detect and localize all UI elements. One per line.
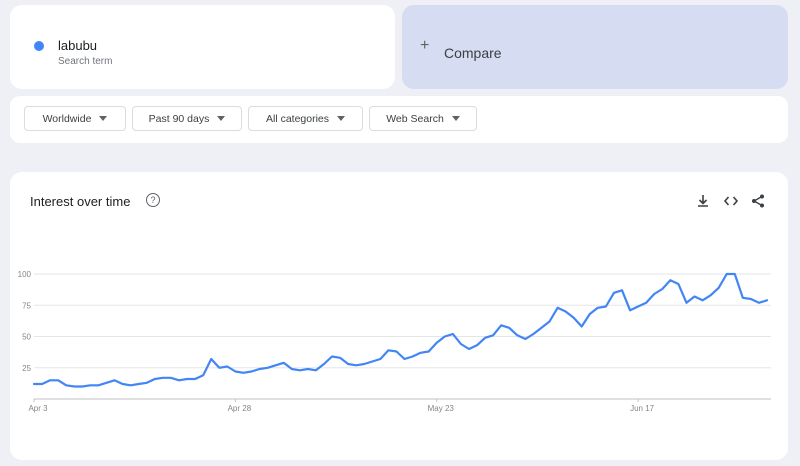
search-term-subtitle: Search term — [58, 56, 113, 67]
series-color-dot — [34, 41, 44, 51]
y-tick-label-50: 50 — [22, 333, 31, 342]
region-label: Worldwide — [42, 112, 92, 125]
x-tick-label: May 23 — [428, 404, 455, 413]
plus-icon: + — [420, 37, 430, 54]
region-dropdown[interactable]: Worldwide — [24, 106, 126, 131]
series-line — [32, 272, 769, 388]
search-type-dropdown[interactable]: Web Search — [369, 106, 477, 131]
caret-down-icon — [99, 116, 108, 121]
interest-line-chart: 25 50 75 100 Apr 3 Apr 28 May 23 Jun 17 — [18, 270, 771, 413]
time-range-label: Past 90 days — [148, 112, 210, 125]
x-tick-label: Apr 3 — [28, 404, 48, 413]
x-tick-label: Jun 17 — [630, 404, 655, 413]
caret-down-icon — [337, 116, 346, 121]
y-tick-label-25: 25 — [22, 364, 31, 373]
y-tick-label-100: 100 — [18, 270, 32, 279]
category-dropdown[interactable]: All categories — [248, 106, 363, 131]
search-term-label: labubu — [58, 38, 98, 53]
x-tick-label: Apr 28 — [228, 404, 252, 413]
search-term-card[interactable]: labubu Search term — [10, 5, 395, 89]
y-tick-label-75: 75 — [22, 301, 31, 310]
time-range-dropdown[interactable]: Past 90 days — [132, 106, 242, 131]
category-label: All categories — [265, 112, 330, 125]
compare-label: Compare — [444, 45, 502, 61]
caret-down-icon — [217, 116, 226, 121]
search-type-label: Web Search — [386, 112, 444, 125]
caret-down-icon — [451, 116, 460, 121]
compare-button[interactable]: + Compare — [402, 5, 788, 89]
filter-bar: Worldwide Past 90 days All categories We… — [10, 96, 788, 143]
